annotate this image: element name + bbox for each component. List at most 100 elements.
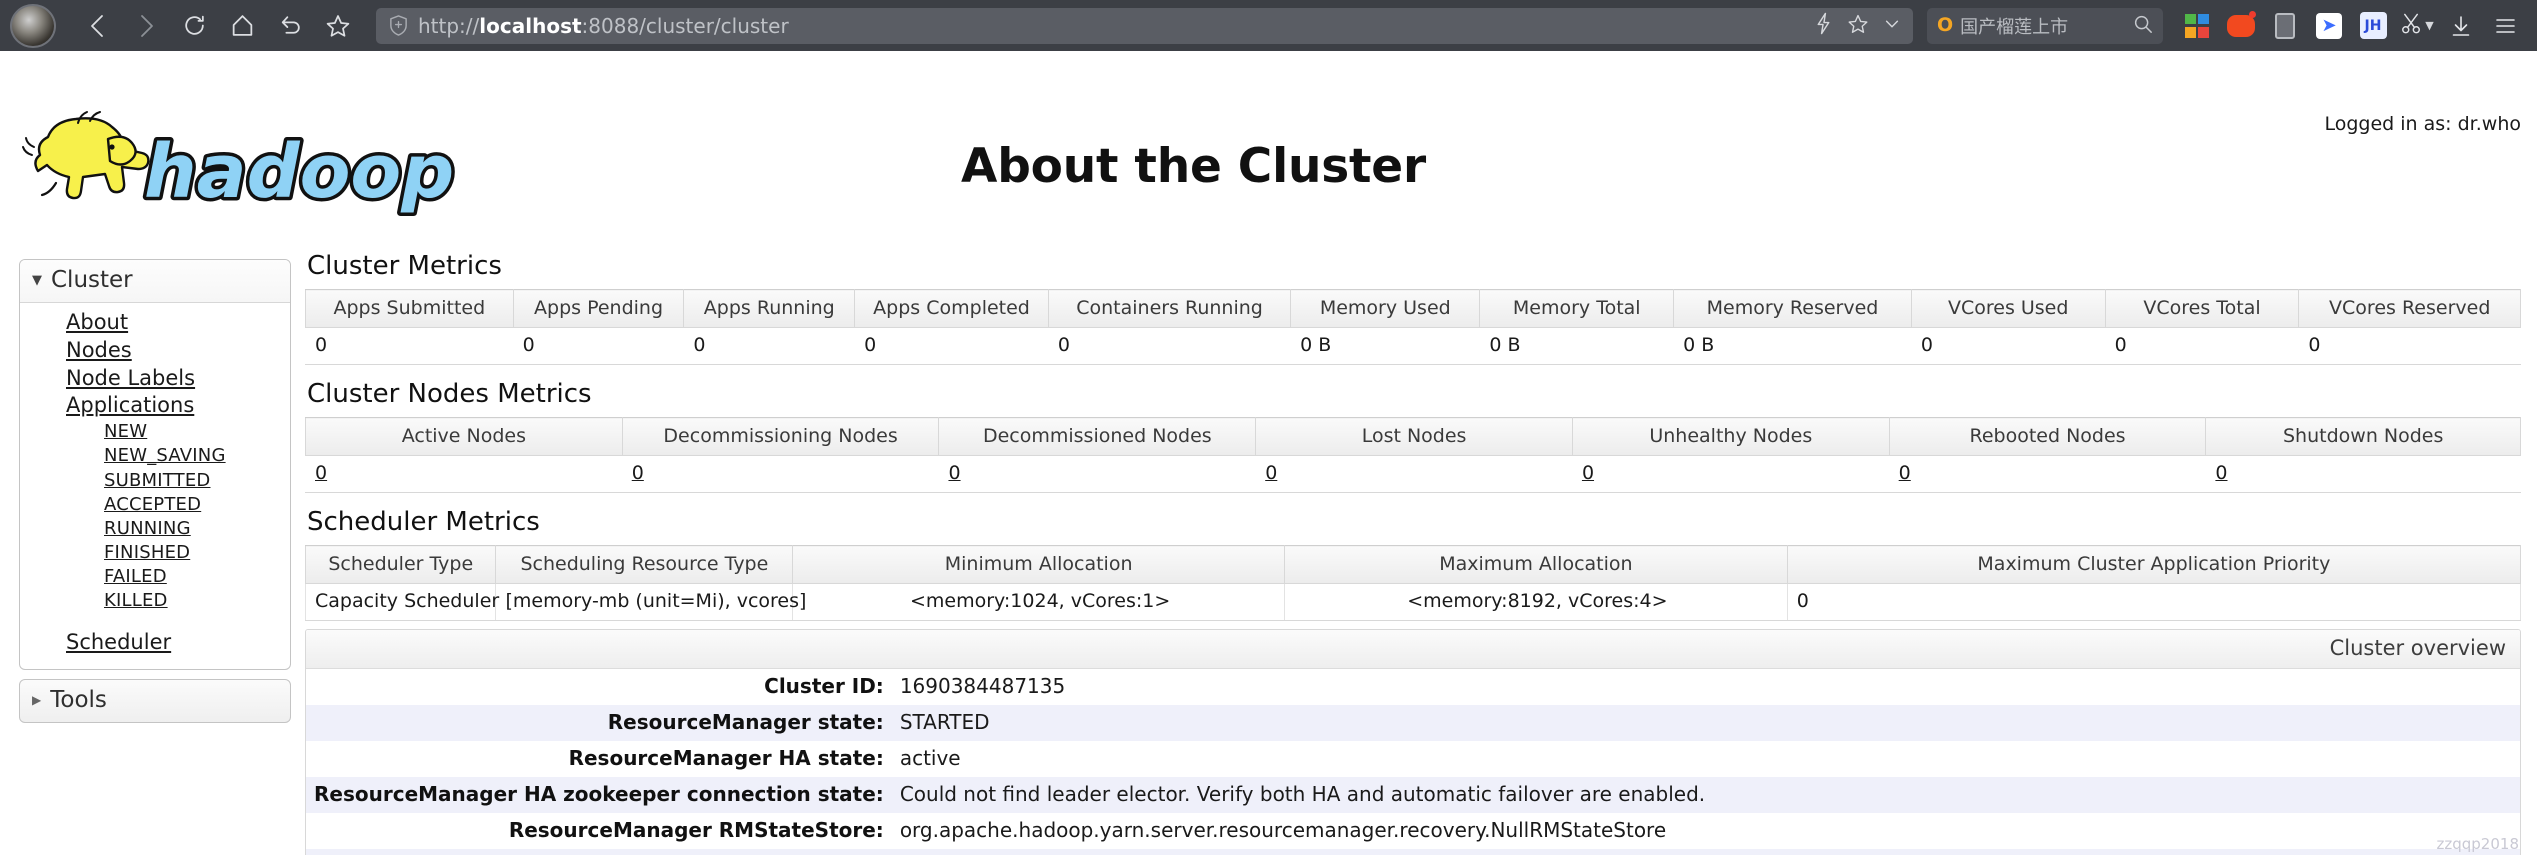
- td-lost-nodes: 0: [1255, 455, 1573, 493]
- td-minimum-allocation: <memory:1024, vCores:1>: [792, 583, 1285, 621]
- url-text: http://localhost:8088/cluster/cluster: [418, 13, 789, 38]
- cluster-nodes-metrics-title: Cluster Nodes Metrics: [307, 379, 592, 409]
- sidebar-tools-label: Tools: [50, 687, 107, 714]
- overview-key: ResourceManager state:: [306, 705, 894, 741]
- table-header-row: Active Nodes Decommissioning Nodes Decom…: [305, 417, 2521, 456]
- th-memory-reserved: Memory Reserved: [1673, 289, 1912, 328]
- sidebar-item-new[interactable]: NEW: [20, 420, 290, 444]
- th-minimum-allocation: Minimum Allocation: [792, 545, 1285, 584]
- td-active-nodes: 0: [305, 455, 623, 493]
- home-icon[interactable]: [218, 4, 266, 48]
- td-scheduler-type: Capacity Scheduler: [304, 583, 499, 621]
- windows-logo-icon[interactable]: [2180, 9, 2214, 43]
- overview-row: Cluster ID: 1690384487135: [306, 669, 2520, 705]
- bird-icon[interactable]: ➤: [2312, 9, 2346, 43]
- chevron-down-icon[interactable]: [1883, 15, 1901, 37]
- jh-icon[interactable]: JH: [2356, 9, 2390, 43]
- th-apps-completed: Apps Completed: [854, 289, 1049, 328]
- undo-icon[interactable]: [266, 4, 314, 48]
- link-decommissioning-nodes[interactable]: 0: [632, 462, 644, 484]
- overview-key: Cluster ID:: [306, 669, 894, 705]
- search-box[interactable]: O 国产榴莲上市: [1927, 7, 2163, 44]
- overview-key: ResourceManager HA zookeeper connection …: [306, 777, 894, 813]
- overview-value: active: [893, 741, 2520, 777]
- scheduler-metrics-table: Scheduler Type Scheduling Resource Type …: [304, 545, 2522, 621]
- sidebar-item-applications[interactable]: Applications: [20, 392, 290, 420]
- sidebar-item-scheduler[interactable]: Scheduler: [20, 629, 290, 657]
- bookmark-star-icon[interactable]: [314, 4, 362, 48]
- td-decommissioning-nodes: 0: [621, 455, 940, 493]
- chevron-down-icon[interactable]: ▼: [2425, 19, 2433, 32]
- back-arrow-icon[interactable]: [74, 4, 122, 48]
- th-scheduler-type: Scheduler Type: [304, 545, 497, 584]
- sidebar-tools-header[interactable]: ▶ Tools: [19, 679, 291, 724]
- td-rebooted-nodes: 0: [1888, 455, 2207, 493]
- th-active-nodes: Active Nodes: [305, 417, 623, 456]
- link-active-nodes[interactable]: 0: [315, 462, 327, 484]
- th-decommissioned-nodes: Decommissioned Nodes: [938, 417, 1257, 456]
- reload-icon[interactable]: [170, 4, 218, 48]
- td-containers-running: 0: [1047, 327, 1292, 365]
- sidebar-cluster-block: ▼ Cluster About Nodes Node Labels Applic…: [19, 259, 291, 671]
- sidebar-item-node-labels[interactable]: Node Labels: [20, 365, 290, 393]
- sidebar-cluster-items: About Nodes Node Labels Applications NEW…: [20, 303, 290, 669]
- th-apps-submitted: Apps Submitted: [305, 289, 514, 328]
- sidebar-item-failed[interactable]: FAILED: [20, 565, 290, 589]
- td-maximum-allocation: <memory:8192, vCores:4>: [1284, 583, 1788, 621]
- th-apps-pending: Apps Pending: [512, 289, 685, 328]
- download-icon[interactable]: [2444, 9, 2478, 43]
- sidebar-item-about[interactable]: About: [20, 309, 290, 337]
- sidebar-cluster-header[interactable]: ▼ Cluster: [20, 260, 290, 303]
- gamepad-icon[interactable]: [2224, 9, 2258, 43]
- search-engine-icon: O: [1937, 14, 1954, 36]
- address-bar-actions: [1796, 12, 1901, 39]
- table-header-row: Scheduler Type Scheduling Resource Type …: [304, 545, 2522, 584]
- cluster-overview-caption: Cluster overview: [306, 630, 2520, 669]
- sidebar-item-submitted[interactable]: SUBMITTED: [20, 469, 290, 493]
- overview-row: ResourceManager started on: 星期三 七月 26 23…: [306, 849, 2520, 855]
- main-content: Cluster Metrics Apps Submitted Apps Pend…: [304, 251, 2522, 855]
- scheduler-metrics-title: Scheduler Metrics: [307, 507, 540, 537]
- sidebar-item-killed[interactable]: KILLED: [20, 589, 290, 613]
- logged-in-label: Logged in as: dr.who: [2324, 113, 2521, 135]
- sidebar-item-new-saving[interactable]: NEW_SAVING: [20, 444, 290, 468]
- avatar[interactable]: [10, 3, 56, 48]
- lightning-icon[interactable]: [1814, 12, 1833, 39]
- th-lost-nodes: Lost Nodes: [1255, 417, 1573, 456]
- table-row: 0 0 0 0 0 0 0: [305, 455, 2521, 493]
- th-maximum-allocation: Maximum Allocation: [1284, 545, 1788, 584]
- th-shutdown-nodes: Shutdown Nodes: [2205, 417, 2521, 456]
- sidebar-item-accepted[interactable]: ACCEPTED: [20, 493, 290, 517]
- favorite-star-icon[interactable]: [1847, 13, 1869, 39]
- sidebar-item-nodes[interactable]: Nodes: [20, 337, 290, 365]
- link-rebooted-nodes[interactable]: 0: [1899, 462, 1911, 484]
- link-unhealthy-nodes[interactable]: 0: [1582, 462, 1594, 484]
- address-bar[interactable]: http://localhost:8088/cluster/cluster: [376, 7, 1913, 44]
- scissors-icon[interactable]: ▼: [2400, 9, 2434, 43]
- sidebar-item-running[interactable]: RUNNING: [20, 517, 290, 541]
- th-decommissioning-nodes: Decommissioning Nodes: [621, 417, 940, 456]
- menu-icon[interactable]: [2488, 9, 2522, 43]
- td-vcores-reserved: 0: [2298, 327, 2521, 365]
- search-input[interactable]: 国产榴莲上市: [1960, 13, 2133, 39]
- link-lost-nodes[interactable]: 0: [1265, 462, 1277, 484]
- search-icon[interactable]: [2133, 14, 2153, 38]
- overview-row: ResourceManager state: STARTED: [306, 705, 2520, 741]
- td-scheduling-resource-type: [memory-mb (unit=Mi), vcores]: [495, 583, 806, 621]
- book-icon[interactable]: [2268, 9, 2302, 43]
- th-vcores-used: VCores Used: [1910, 289, 2106, 328]
- link-decommissioned-nodes[interactable]: 0: [948, 462, 960, 484]
- link-shutdown-nodes[interactable]: 0: [2215, 462, 2227, 484]
- td-vcores-used: 0: [1910, 327, 2106, 365]
- forward-arrow-icon[interactable]: [122, 4, 170, 48]
- overview-value: STARTED: [893, 705, 2520, 741]
- overview-value: 1690384487135: [893, 669, 2520, 705]
- sidebar-item-finished[interactable]: FINISHED: [20, 541, 290, 565]
- overview-row: ResourceManager HA state: active: [306, 741, 2520, 777]
- th-containers-running: Containers Running: [1047, 289, 1292, 328]
- th-unhealthy-nodes: Unhealthy Nodes: [1571, 417, 1890, 456]
- td-apps-completed: 0: [854, 327, 1049, 365]
- table-row: Capacity Scheduler [memory-mb (unit=Mi),…: [304, 583, 2522, 621]
- sidebar: ▼ Cluster About Nodes Node Labels Applic…: [19, 259, 291, 724]
